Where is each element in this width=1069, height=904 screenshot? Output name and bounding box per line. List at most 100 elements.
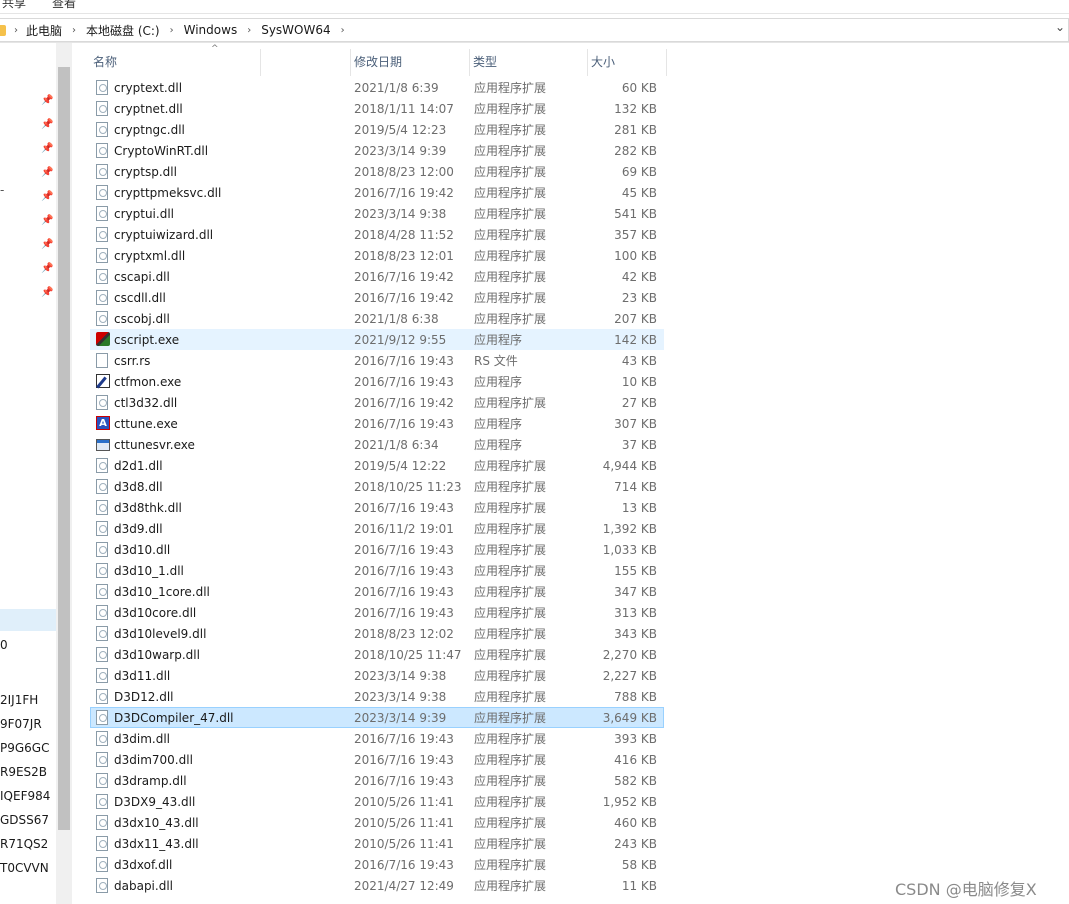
nav-item[interactable]: 2IJ1FH	[0, 693, 38, 707]
dll-icon	[96, 269, 108, 284]
file-row[interactable]: d3dxof.dll 2016/7/16 19:43 应用程序扩展 58 KB	[90, 854, 664, 875]
nav-item-partial[interactable]: -	[0, 183, 4, 197]
file-row[interactable]: cscobj.dll 2021/1/8 6:38 应用程序扩展 207 KB	[90, 308, 664, 329]
file-row[interactable]: cscdll.dll 2016/7/16 19:42 应用程序扩展 23 KB	[90, 287, 664, 308]
chevron-right-icon[interactable]: ›	[239, 25, 259, 36]
nav-item[interactable]: 9F07JR	[0, 717, 42, 731]
chevron-down-icon[interactable]: ⌄	[1055, 20, 1065, 34]
file-row[interactable]: d3d10_1core.dll 2016/7/16 19:43 应用程序扩展 347 …	[90, 581, 664, 602]
dll-icon	[96, 836, 110, 852]
column-header-date[interactable]: 修改日期	[350, 49, 470, 76]
ribbon-tab-view[interactable]: 查看	[52, 0, 76, 11]
file-row[interactable]: d3d10level9.dll 2018/8/23 12:02 应用程序扩展 343 …	[90, 623, 664, 644]
file-row[interactable]: d3d10core.dll 2016/7/16 19:43 应用程序扩展 313 KB	[90, 602, 664, 623]
file-row[interactable]: d2d1.dll 2019/5/4 12:22 应用程序扩展 4,944 KB	[90, 455, 664, 476]
file-row[interactable]: crypttpmeksvc.dll 2016/7/16 19:42 应用程序扩展 45…	[90, 182, 664, 203]
file-date: 2021/4/27 12:49	[354, 879, 454, 893]
breadcrumb-windows[interactable]: Windows	[182, 23, 240, 37]
script-icon	[96, 332, 110, 346]
column-header-type[interactable]: 类型	[470, 49, 588, 76]
column-header-name[interactable]: 名称	[90, 49, 261, 76]
file-row[interactable]: d3dim700.dll 2016/7/16 19:43 应用程序扩展 416 KB	[90, 749, 664, 770]
dll-icon	[96, 269, 110, 285]
pin-icon: 📌	[41, 215, 54, 226]
file-row[interactable]: csrr.rs 2016/7/16 19:43 RS 文件 43 KB	[90, 350, 664, 371]
file-row[interactable]: d3d11.dll 2023/3/14 9:38 应用程序扩展 2,227 KB	[90, 665, 664, 686]
file-size: 282 KB	[614, 144, 657, 158]
file-row[interactable]: dabapi.dll 2021/4/27 12:49 应用程序扩展 11 KB	[90, 875, 664, 896]
file-row[interactable]: d3d10.dll 2016/7/16 19:43 应用程序扩展 1,033 KB	[90, 539, 664, 560]
dll-icon	[96, 122, 108, 137]
breadcrumb[interactable]: › 此电脑 › 本地磁盘 (C:) › Windows › SysWOW64 ›	[0, 18, 1069, 42]
file-row[interactable]: cryptxml.dll 2018/8/23 12:01 应用程序扩展 100 KB	[90, 245, 664, 266]
file-row[interactable]: cryptui.dll 2023/3/14 9:38 应用程序扩展 541 KB	[90, 203, 664, 224]
file-row[interactable]: D3DCompiler_47.dll 2023/3/14 9:39 应用程序扩展 3,…	[90, 707, 664, 728]
column-header-size[interactable]: 大小	[588, 49, 667, 76]
chevron-right-icon[interactable]: ›	[333, 25, 353, 36]
nav-scrollbar-thumb[interactable]	[58, 67, 70, 830]
breadcrumb-this-pc[interactable]: 此电脑	[24, 22, 64, 39]
dll-icon	[96, 101, 108, 116]
file-list: cryptext.dll 2021/1/8 6:39 应用程序扩展 60 KB cryp…	[90, 77, 667, 896]
file-date: 2019/5/4 12:23	[354, 123, 447, 137]
file-row[interactable]: d3dim.dll 2016/7/16 19:43 应用程序扩展 393 KB	[90, 728, 664, 749]
pin-icon: 📌	[41, 191, 54, 202]
file-size: 243 KB	[614, 837, 657, 851]
pin-icon: 📌	[41, 143, 54, 154]
file-row[interactable]: cryptext.dll 2021/1/8 6:39 应用程序扩展 60 KB	[90, 77, 664, 98]
file-row[interactable]: d3d10warp.dll 2018/10/25 11:47 应用程序扩展 2,270…	[90, 644, 664, 665]
file-row[interactable]: cscript.exe 2021/9/12 9:55 应用程序 142 KB	[90, 329, 664, 350]
file-row[interactable]: cscapi.dll 2016/7/16 19:42 应用程序扩展 42 KB	[90, 266, 664, 287]
file-row[interactable]: cryptuiwizard.dll 2018/4/28 11:52 应用程序扩展 35…	[90, 224, 664, 245]
file-row[interactable]: CryptoWinRT.dll 2023/3/14 9:39 应用程序扩展 282 K…	[90, 140, 664, 161]
file-type: 应用程序扩展	[474, 81, 547, 95]
dll-icon	[96, 143, 110, 159]
nav-item[interactable]: P9G6GC	[0, 741, 49, 755]
file-row[interactable]: cttunesvr.exe 2021/1/8 6:34 应用程序 37 KB	[90, 434, 664, 455]
file-name: D3D12.dll	[114, 690, 174, 704]
file-row[interactable]: cryptngc.dll 2019/5/4 12:23 应用程序扩展 281 KB	[90, 119, 664, 140]
file-row[interactable]: D3D12.dll 2023/3/14 9:38 应用程序扩展 788 KB	[90, 686, 664, 707]
file-row[interactable]: d3d9.dll 2016/11/2 19:01 应用程序扩展 1,392 KB	[90, 518, 664, 539]
file-size: 60 KB	[621, 81, 657, 95]
dll-icon	[96, 815, 110, 831]
file-row[interactable]: d3dx10_43.dll 2010/5/26 11:41 应用程序扩展 460 KB	[90, 812, 664, 833]
chevron-right-icon[interactable]: ›	[12, 25, 24, 36]
dll-icon	[96, 143, 108, 158]
chevron-right-icon[interactable]: ›	[162, 25, 182, 36]
dll-icon	[96, 80, 110, 96]
file-row[interactable]: d3dx11_43.dll 2010/5/26 11:41 应用程序扩展 243 KB	[90, 833, 664, 854]
file-row[interactable]: Acttune.exe 2016/7/16 19:43 应用程序 307 KB	[90, 413, 664, 434]
file-row[interactable]: d3d10_1.dll 2016/7/16 19:43 应用程序扩展 155 KB	[90, 560, 664, 581]
file-type: 应用程序扩展	[474, 774, 547, 788]
ribbon-tab-share[interactable]: 共享	[2, 0, 26, 11]
nav-item[interactable]: R71QS2	[0, 837, 48, 851]
dll-icon	[96, 563, 108, 578]
file-row[interactable]: d3d8thk.dll 2016/7/16 19:43 应用程序扩展 13 KB	[90, 497, 664, 518]
breadcrumb-syswow64[interactable]: SysWOW64	[259, 23, 332, 37]
font-icon: A	[96, 416, 110, 430]
file-row[interactable]: cryptsp.dll 2018/8/23 12:00 应用程序扩展 69 KB	[90, 161, 664, 182]
nav-item-selected[interactable]	[0, 609, 56, 631]
file-row[interactable]: ctfmon.exe 2016/7/16 19:43 应用程序 10 KB	[90, 371, 664, 392]
dll-icon	[96, 185, 110, 201]
pin-icon: 📌	[41, 287, 54, 298]
nav-item-partial[interactable]: 0	[0, 638, 8, 652]
file-date: 2021/1/8 6:39	[354, 81, 439, 95]
dll-icon	[96, 773, 108, 788]
file-date: 2023/3/14 9:38	[354, 669, 447, 683]
breadcrumb-local-disk[interactable]: 本地磁盘 (C:)	[84, 22, 162, 39]
file-row[interactable]: d3d8.dll 2018/10/25 11:23 应用程序扩展 714 KB	[90, 476, 664, 497]
dll-icon	[96, 563, 110, 579]
file-row[interactable]: d3dramp.dll 2016/7/16 19:43 应用程序扩展 582 KB	[90, 770, 664, 791]
file-row[interactable]: ctl3d32.dll 2016/7/16 19:42 应用程序扩展 27 KB	[90, 392, 664, 413]
chevron-right-icon[interactable]: ›	[64, 25, 84, 36]
file-row[interactable]: D3DX9_43.dll 2010/5/26 11:41 应用程序扩展 1,952 K…	[90, 791, 664, 812]
file-name: d3d10warp.dll	[114, 648, 200, 662]
nav-item[interactable]: R9ES2B	[0, 765, 47, 779]
file-row[interactable]: cryptnet.dll 2018/1/11 14:07 应用程序扩展 132 KB	[90, 98, 664, 119]
nav-item[interactable]: IQEF984	[0, 789, 50, 803]
nav-item[interactable]: T0CVVN	[0, 861, 49, 875]
nav-item[interactable]: GDSS67	[0, 813, 49, 827]
file-date: 2010/5/26 11:41	[354, 795, 454, 809]
